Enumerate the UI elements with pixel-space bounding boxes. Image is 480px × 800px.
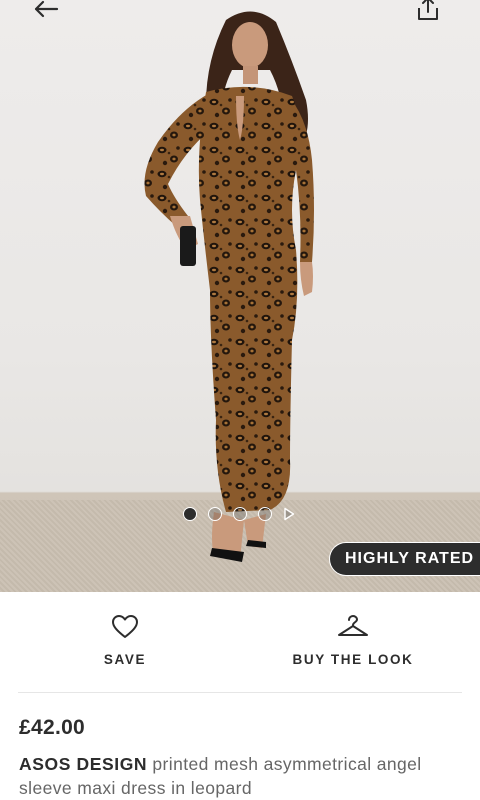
gallery-dot-4[interactable] — [258, 507, 272, 521]
hanger-icon — [338, 615, 368, 636]
back-button[interactable] — [26, 0, 66, 24]
highly-rated-badge: HIGHLY RATED — [329, 542, 480, 576]
save-label: SAVE — [103, 652, 147, 667]
buy-the-look-button[interactable]: BUY THE LOOK — [273, 614, 433, 667]
product-photo-model — [144, 11, 314, 562]
arrow-left-icon — [34, 0, 59, 18]
gallery-dot-3[interactable] — [233, 507, 247, 521]
gallery-dot-2[interactable] — [208, 507, 222, 521]
share-button[interactable] — [408, 0, 448, 24]
product-price: £42.00 — [19, 716, 86, 739]
heart-icon — [112, 615, 138, 638]
buy-the-look-label: BUY THE LOOK — [292, 652, 414, 667]
product-actions: SAVE BUY THE LOOK — [0, 592, 480, 692]
badge-label: HIGHLY RATED — [345, 550, 475, 567]
video-play-icon[interactable] — [283, 507, 295, 521]
divider — [18, 692, 462, 693]
product-image-gallery[interactable]: HIGHLY RATED — [0, 0, 480, 592]
gallery-dot-1[interactable] — [183, 507, 197, 521]
product-brand: ASOS DESIGN — [19, 754, 148, 774]
save-button[interactable]: SAVE — [70, 614, 180, 667]
product-title: ASOS DESIGN printed mesh asymmetrical an… — [19, 752, 459, 800]
gallery-pagination — [183, 506, 295, 522]
share-icon — [418, 0, 438, 20]
